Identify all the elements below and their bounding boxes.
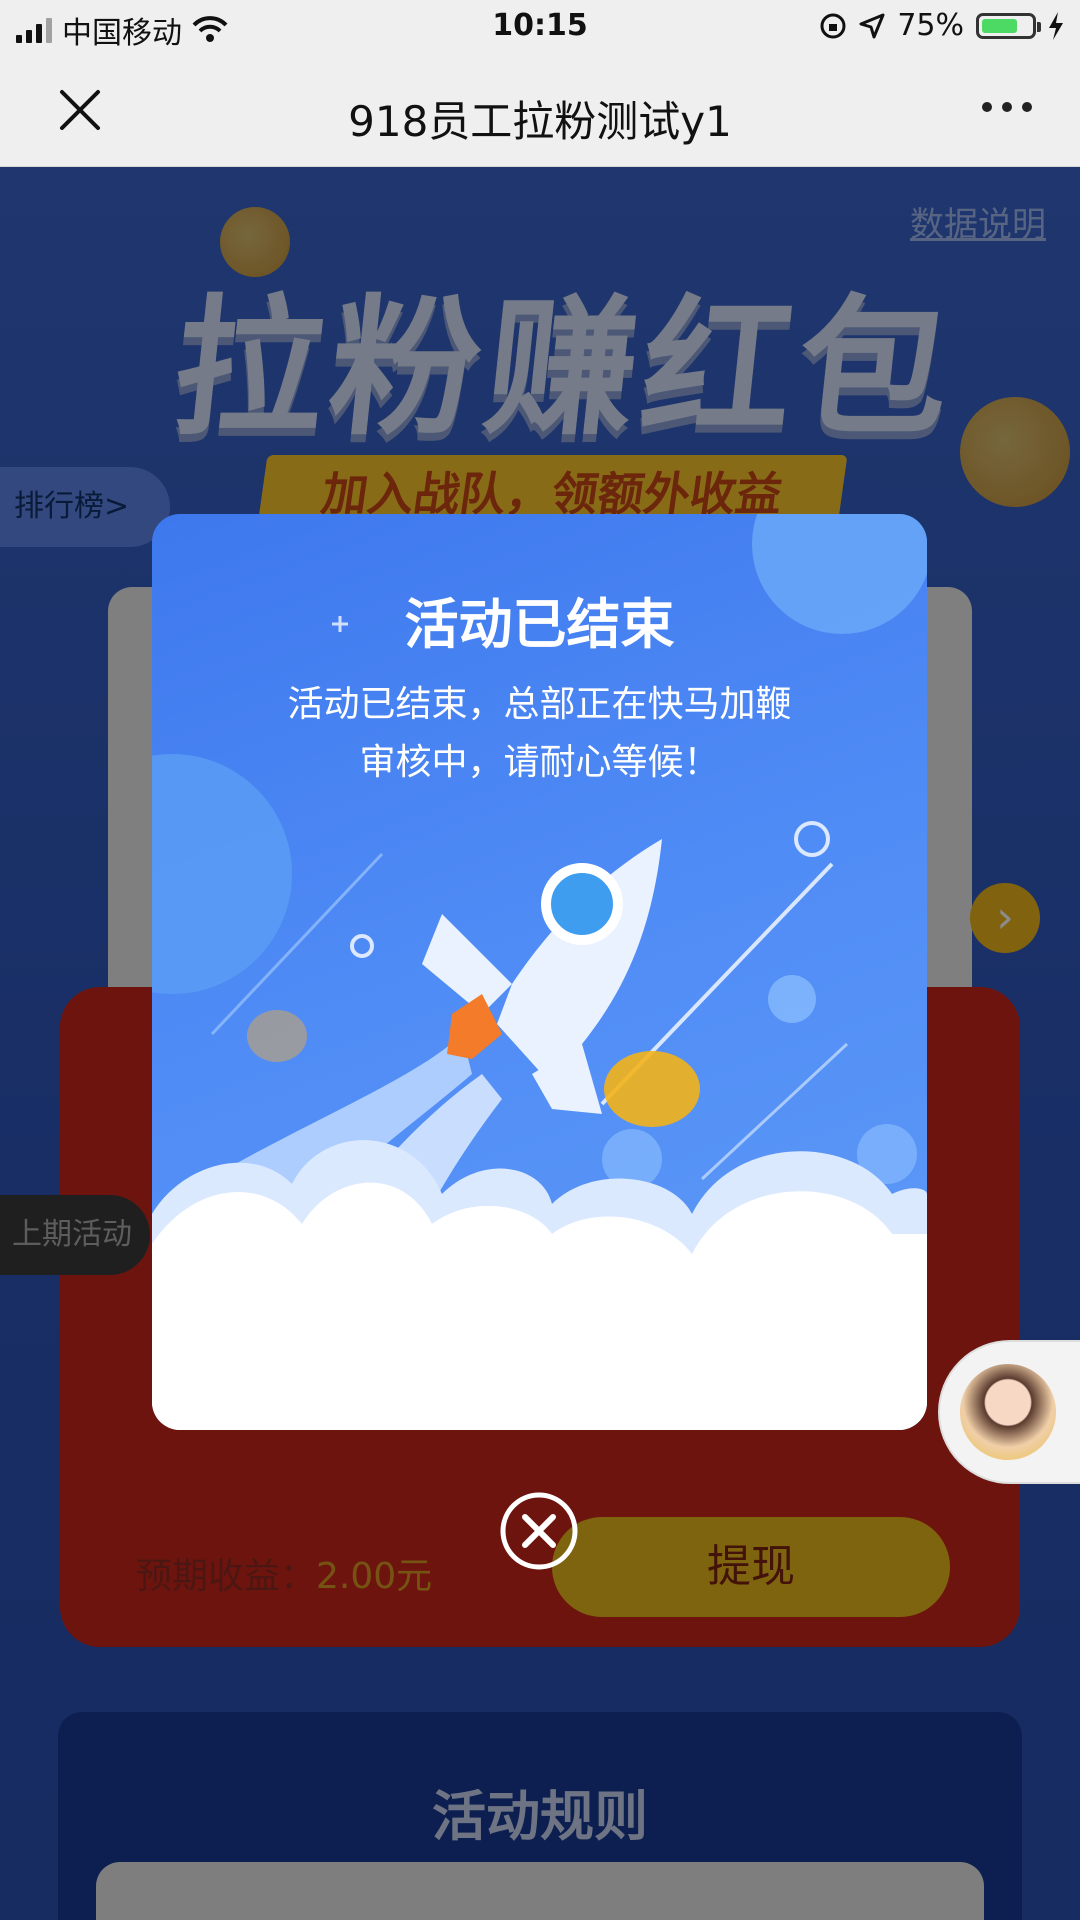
nav-bar: 918员工拉粉测试y1 <box>0 54 1080 167</box>
more-options-icon[interactable] <box>982 102 1032 112</box>
dialog-title: 活动已结束 <box>404 593 675 656</box>
floating-avatar-button[interactable] <box>938 1340 1080 1484</box>
page-title: 918员工拉粉测试y1 <box>348 97 732 146</box>
dialog-close-icon[interactable] <box>498 1490 580 1572</box>
orientation-lock-icon <box>820 13 846 38</box>
status-right: 75% <box>819 8 1064 43</box>
avatar <box>960 1364 1056 1460</box>
activity-ended-dialog: 活动已结束 活动已结束，总部正在快马加鞭审核中，请耐心等候！ <box>152 514 927 1430</box>
battery-percent: 75% <box>897 8 964 43</box>
dialog-message: 活动已结束，总部正在快马加鞭审核中，请耐心等候！ <box>287 684 792 783</box>
battery-icon <box>976 12 1041 39</box>
battery-fill <box>982 18 1017 33</box>
charging-icon <box>1049 11 1063 40</box>
status-bar: 中国移动 10:15 75% <box>0 0 1080 54</box>
location-icon <box>859 13 885 38</box>
